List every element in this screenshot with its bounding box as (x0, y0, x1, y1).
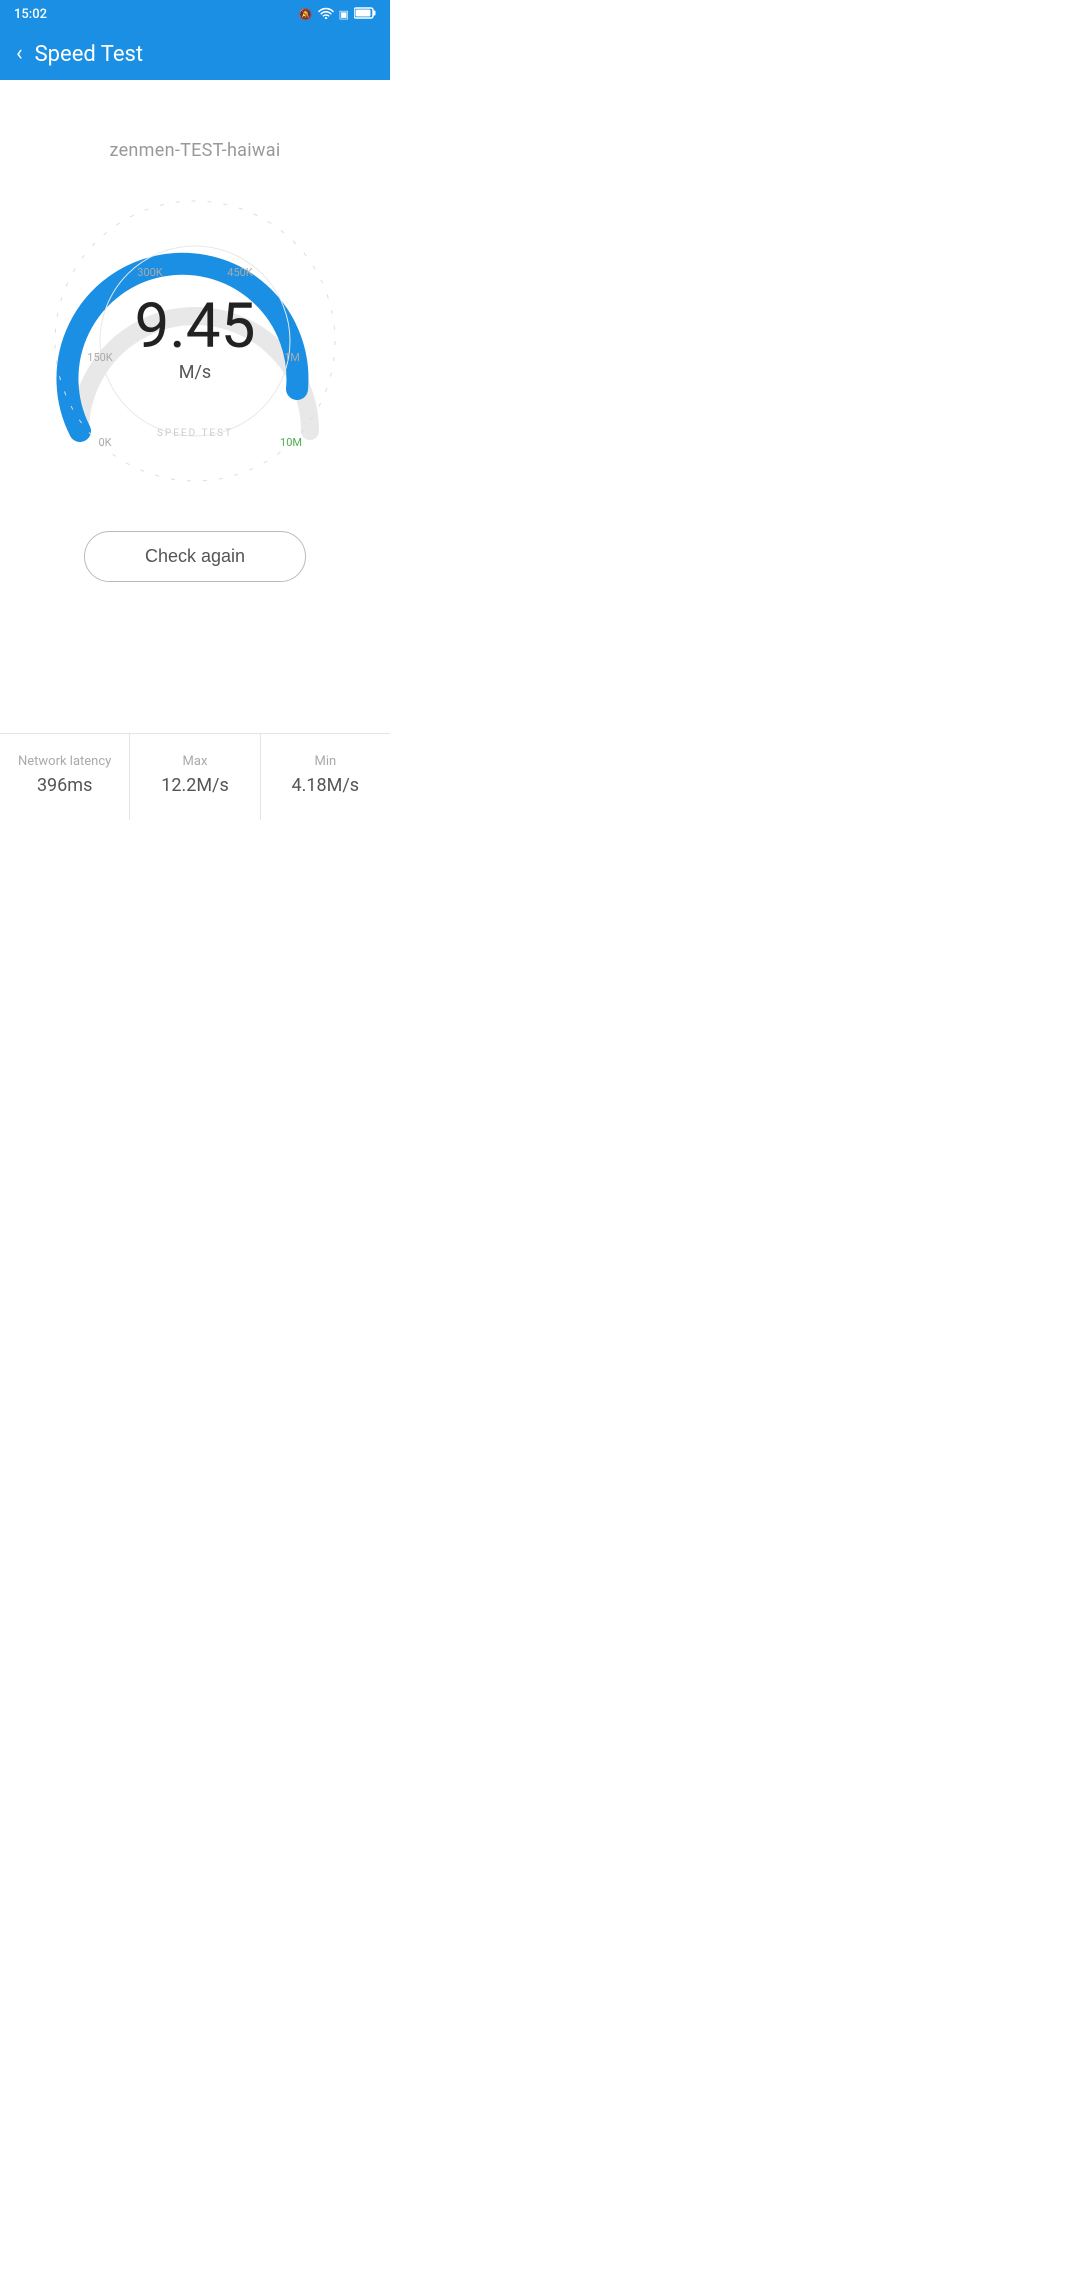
network-name: zenmen-TEST-haiwai (109, 140, 280, 161)
speed-unit: M/s (135, 362, 256, 383)
stat-max-value: 12.2M/s (161, 775, 229, 796)
svg-text:1M: 1M (284, 351, 300, 364)
stat-max: Max 12.2M/s (130, 734, 260, 820)
stat-latency-value: 396ms (37, 775, 92, 796)
stat-max-label: Max (183, 754, 208, 769)
speed-display: 9.45 M/s (135, 296, 256, 383)
stat-latency-label: Network latency (18, 754, 111, 769)
screen-icon: ▣ (339, 8, 349, 21)
speed-value: 9.45 (135, 296, 256, 358)
main-content: zenmen-TEST-haiwai 0K 150K (0, 80, 390, 642)
top-bar: ‹ Speed Test (0, 28, 390, 80)
back-button[interactable]: ‹ (16, 43, 23, 65)
svg-text:SPEED TEST: SPEED TEST (157, 428, 233, 439)
check-again-button[interactable]: Check again (84, 531, 306, 582)
page-wrapper: 15:02 🔕 ▣ ‹ Speed (0, 0, 390, 820)
status-bar: 15:02 🔕 ▣ (0, 0, 390, 28)
stat-min-value: 4.18M/s (292, 775, 360, 796)
wifi-icon (318, 7, 334, 22)
svg-text:0K: 0K (98, 436, 111, 449)
speedometer: 0K 150K 300K 450K 1M 10M SPEED TEST 9.45… (45, 191, 345, 491)
svg-text:150K: 150K (87, 351, 113, 364)
mute-icon: 🔕 (299, 8, 313, 21)
stat-min: Min 4.18M/s (261, 734, 390, 820)
bottom-stats: Network latency 396ms Max 12.2M/s Min 4.… (0, 733, 390, 820)
page-title: Speed Test (35, 42, 143, 67)
status-icons: 🔕 ▣ (299, 7, 376, 22)
status-time: 15:02 (14, 7, 47, 22)
svg-text:300K: 300K (137, 266, 163, 279)
stat-latency: Network latency 396ms (0, 734, 130, 820)
stat-min-label: Min (314, 754, 336, 769)
battery-icon (354, 7, 376, 22)
svg-text:450K: 450K (227, 266, 253, 279)
svg-text:10M: 10M (280, 436, 302, 449)
